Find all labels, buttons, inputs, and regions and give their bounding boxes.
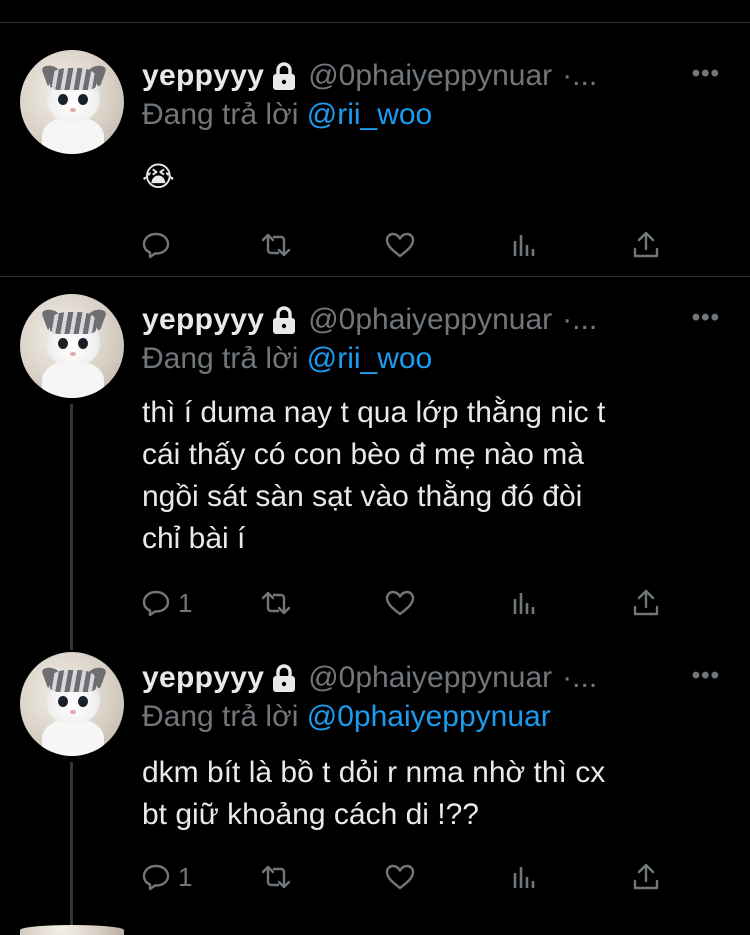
retweet-icon <box>261 233 291 257</box>
timestamp-ellipsis: ·... <box>562 303 598 336</box>
top-divider <box>0 22 750 23</box>
replying-to: Đang trả lời @rii_woo <box>142 342 432 376</box>
reply-button[interactable]: 1 <box>140 586 192 620</box>
reply-to-link[interactable]: @rii_woo <box>307 342 433 375</box>
user-handle[interactable]: @0phaiyeppynuar <box>308 303 552 337</box>
lock-icon <box>270 305 298 335</box>
tweet-text-line: ngồi sát sàn sạt vào thằng đó đòi <box>142 480 583 513</box>
views-icon <box>513 867 535 888</box>
retweet-button[interactable] <box>260 586 292 620</box>
reply-button[interactable] <box>140 228 172 262</box>
share-icon <box>633 589 659 616</box>
avatar[interactable] <box>20 294 124 398</box>
retweet-icon <box>261 865 291 889</box>
retweet-button[interactable] <box>260 860 292 894</box>
like-icon <box>385 590 415 616</box>
share-button[interactable] <box>630 586 662 620</box>
divider <box>0 276 750 277</box>
more-options-button[interactable]: ••• <box>692 662 720 690</box>
tweet-text: dkm bít là bồ t dỏi r nma nhờ thì cx bt … <box>142 752 722 836</box>
tweet-actions <box>140 228 680 262</box>
display-name[interactable]: yeppyyy <box>142 303 264 337</box>
reply-prefix: Đang trả lời <box>142 98 299 131</box>
user-handle[interactable]: @0phaiyeppynuar <box>308 59 552 93</box>
tweet-actions: 1 <box>140 860 680 894</box>
like-button[interactable] <box>384 586 416 620</box>
views-button[interactable] <box>508 586 540 620</box>
avatar[interactable] <box>20 925 124 935</box>
thread-connector <box>70 404 73 650</box>
reply-count: 1 <box>178 861 193 892</box>
retweet-button[interactable] <box>260 228 292 262</box>
lock-icon <box>270 663 298 693</box>
tweet-text-line: cái thấy có con bèo đ mẹ nào mà <box>142 438 584 471</box>
like-button[interactable] <box>384 228 416 262</box>
tweet-text-line: thì í duma nay t qua lớp thằng nic t <box>142 396 606 429</box>
avatar[interactable] <box>20 652 124 756</box>
lock-icon <box>270 61 298 91</box>
reply-prefix: Đang trả lời <box>142 342 299 375</box>
display-name[interactable]: yeppyyy <box>142 661 264 695</box>
display-name[interactable]: yeppyyy <box>142 59 264 93</box>
user-handle[interactable]: @0phaiyeppynuar <box>308 661 552 695</box>
views-icon <box>513 593 535 614</box>
tweet-header: yeppyyy @0phaiyeppynuar ·... <box>142 300 597 340</box>
thread-connector <box>70 762 73 935</box>
share-button[interactable] <box>630 228 662 262</box>
more-options-button[interactable]: ••• <box>692 304 720 332</box>
reply-icon <box>142 590 170 617</box>
like-button[interactable] <box>384 860 416 894</box>
like-icon <box>385 864 415 890</box>
tweet-text-line: bt giữ khoảng cách di !?? <box>142 798 479 831</box>
replying-to: Đang trả lời @0phaiyeppynuar <box>142 700 551 734</box>
more-options-button[interactable]: ••• <box>692 60 720 88</box>
timestamp-ellipsis: ·... <box>562 661 598 694</box>
views-icon <box>513 235 535 256</box>
tweet-header: yeppyyy @0phaiyeppynuar ·... <box>142 658 597 698</box>
replying-to: Đang trả lời @rii_woo <box>142 98 432 132</box>
views-button[interactable] <box>508 860 540 894</box>
tweet-header: yeppyyy @0phaiyeppynuar ·... <box>142 56 597 96</box>
reply-count: 1 <box>178 587 193 618</box>
timestamp-ellipsis: ·... <box>562 59 598 92</box>
tweet-text: thì í duma nay t qua lớp thằng nic t cái… <box>142 392 722 560</box>
reply-to-link[interactable]: @rii_woo <box>307 98 433 131</box>
tweet-actions: 1 <box>140 586 680 620</box>
views-button[interactable] <box>508 228 540 262</box>
reply-icon <box>142 864 170 891</box>
retweet-icon <box>261 591 291 615</box>
share-icon <box>633 231 659 258</box>
like-icon <box>385 232 415 258</box>
reply-prefix: Đang trả lời <box>142 700 299 733</box>
tweet-text-line: dkm bít là bồ t dỏi r nma nhờ thì cx <box>142 756 606 789</box>
tweet-text: 😭 <box>142 161 175 192</box>
reply-icon <box>142 232 170 259</box>
share-button[interactable] <box>630 860 662 894</box>
share-icon <box>633 863 659 890</box>
avatar[interactable] <box>20 50 124 154</box>
tweet-text-line: chỉ bài í <box>142 522 246 555</box>
reply-to-link[interactable]: @0phaiyeppynuar <box>307 700 551 733</box>
reply-button[interactable]: 1 <box>140 860 192 894</box>
